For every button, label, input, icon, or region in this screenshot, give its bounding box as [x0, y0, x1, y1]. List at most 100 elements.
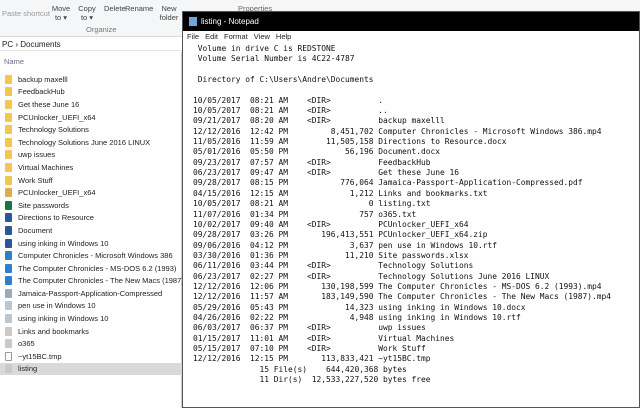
text-line	[193, 65, 639, 75]
menu-bar: File Edit Format View Help	[183, 31, 639, 42]
file-name: Technology Solutions June 2016 LINUX	[18, 137, 151, 147]
notepad-window: listing - Notepad File Edit Format View Help…	[182, 11, 640, 408]
file-item[interactable]: pen use in Windows 10	[0, 300, 182, 313]
docx-file-icon	[5, 225, 12, 235]
text-line: 05/01/2016 05:50 PM 56,196 Document.docx	[193, 147, 441, 157]
file-name: Site passwords	[18, 200, 69, 210]
file-item[interactable]: listing	[0, 362, 182, 376]
text-line: 06/23/2017 02:27 PM <DIR> Technology Sol…	[193, 271, 550, 281]
file-item[interactable]: Site passwords	[0, 199, 182, 212]
file-name: o365	[18, 339, 35, 349]
file-item[interactable]: using inking in Windows 10	[0, 312, 182, 325]
file-item[interactable]: Jamaica-Passport-Application-Compressed	[0, 287, 182, 300]
file-name: using inking in Windows 10	[18, 238, 109, 248]
file-item[interactable]: Virtual Machines	[0, 161, 182, 174]
xlsx-file-icon	[5, 200, 12, 210]
file-item[interactable]: o365	[0, 337, 182, 350]
text-area[interactable]: Volume in drive C is REDSTONE Volume Ser…	[183, 42, 639, 385]
file-item[interactable]: PCUnlocker_UEFI_x64	[0, 111, 182, 124]
video-file-icon	[5, 263, 12, 273]
notepad-title-bar[interactable]: listing - Notepad	[183, 12, 639, 31]
folder-icon	[5, 99, 12, 109]
txt-file-icon	[5, 339, 12, 349]
folder-icon	[5, 112, 12, 122]
menu-edit[interactable]: Edit	[205, 32, 218, 41]
file-item[interactable]: Get these June 16	[0, 98, 182, 111]
file-name: Directions to Resource	[18, 213, 94, 223]
address-bar[interactable]: PC › Documents	[0, 37, 182, 51]
file-item[interactable]: using inking in Windows 10	[0, 237, 182, 250]
text-line: 10/05/2017 08:21 AM <DIR> ..	[193, 106, 388, 116]
name-column-header[interactable]: Name	[4, 57, 24, 66]
text-line: Directory of C:\Users\Andre\Documents	[193, 75, 374, 85]
paste-shortcut-button[interactable]: Paste shortcut	[2, 9, 50, 18]
file-name: PCUnlocker_UEFI_x64	[18, 112, 96, 122]
text-line: 06/11/2016 03:44 PM <DIR> Technology Sol…	[193, 261, 474, 271]
file-item[interactable]: Document	[0, 224, 182, 237]
text-line: 06/03/2017 06:37 PM <DIR> uwp issues	[193, 323, 426, 333]
file-item[interactable]: Links and bookmarks	[0, 325, 182, 338]
file-list-pane: Name backup maxelll FeedbackHub Get these …	[0, 52, 182, 408]
tmp-file-icon	[5, 351, 12, 361]
text-line: 06/23/2017 09:47 AM <DIR> Get these June…	[193, 168, 460, 178]
file-name: using inking in Windows 10	[18, 314, 109, 324]
docx-file-icon	[5, 213, 12, 223]
file-item[interactable]: Work Stuff	[0, 174, 182, 187]
text-line: 11/05/2016 11:59 AM 11,505,158 Direction…	[193, 137, 507, 147]
file-item[interactable]: Directions to Resource	[0, 212, 182, 225]
file-list: backup maxelll FeedbackHub Get these June …	[0, 73, 182, 376]
folder-icon	[5, 150, 12, 160]
file-name: Document	[18, 225, 53, 235]
file-name: The Computer Chronicles - MS-DOS 6.2 (19…	[18, 263, 177, 273]
menu-view[interactable]: View	[254, 32, 270, 41]
file-item[interactable]: The Computer Chronicles - The New Macs (…	[0, 275, 182, 288]
pdf-file-icon	[5, 288, 12, 298]
file-item[interactable]: backup maxelll	[0, 73, 182, 86]
file-name: FeedbackHub	[18, 87, 65, 97]
file-item[interactable]: ~yt15BC.tmp	[0, 350, 182, 363]
text-line: 11 Dir(s) 12,533,227,520 bytes free	[193, 375, 431, 384]
file-name: ~yt15BC.tmp	[18, 351, 62, 361]
text-line: 12/12/2016 12:06 PM 130,198,599 The Comp…	[193, 281, 602, 291]
menu-help[interactable]: Help	[276, 32, 291, 41]
text-line: 09/21/2017 08:20 AM <DIR> backup maxelll	[193, 116, 445, 126]
text-line: 03/30/2016 01:36 PM 11,210 Site password…	[193, 250, 469, 260]
window-title: listing - Notepad	[201, 17, 259, 26]
text-line: 09/28/2017 03:26 PM 196,413,551 PCUnlock…	[193, 230, 488, 240]
file-item[interactable]: Computer Chronicles - Microsoft Windows …	[0, 249, 182, 262]
text-line: Volume in drive C is REDSTONE	[193, 44, 336, 53]
delete-button[interactable]: Delete	[104, 4, 126, 13]
rtf-file-icon	[5, 301, 12, 311]
move-to-button[interactable]: Move to ▾	[50, 4, 72, 22]
copy-to-button[interactable]: Copy to ▾	[76, 4, 98, 22]
txt-file-icon	[5, 364, 12, 374]
folder-icon	[5, 137, 12, 147]
text-line: 10/02/2017 09:40 AM <DIR> PCUnlocker_UEF…	[193, 219, 469, 229]
file-item[interactable]: uwp issues	[0, 149, 182, 162]
new-folder-button[interactable]: New folder	[158, 4, 180, 22]
text-line: 12/12/2016 12:15 PM 113,833,421 ~yt15BC.…	[193, 354, 431, 364]
text-line: 05/15/2017 07:10 PM <DIR> Work Stuff	[193, 343, 426, 353]
file-item[interactable]: Technology Solutions	[0, 123, 182, 136]
text-line: 09/28/2017 08:15 PM 776,064 Jamaica-Pass…	[193, 178, 583, 188]
file-item[interactable]: Technology Solutions June 2016 LINUX	[0, 136, 182, 149]
text-line: 12/12/2016 12:42 PM 8,451,702 Computer C…	[193, 126, 602, 136]
file-name: Virtual Machines	[18, 162, 74, 172]
folder-icon	[5, 162, 12, 172]
text-line: 05/29/2016 05:43 PM 14,323 using inking …	[193, 302, 526, 312]
file-name: Get these June 16	[18, 99, 80, 109]
file-item[interactable]: PCUnlocker_UEFI_x64	[0, 186, 182, 199]
text-line: 04/15/2016 12:15 AM 1,212 Links and book…	[193, 188, 488, 198]
video-file-icon	[5, 276, 12, 286]
menu-format[interactable]: Format	[224, 32, 248, 41]
file-item[interactable]: The Computer Chronicles - MS-DOS 6.2 (19…	[0, 262, 182, 275]
file-name: uwp issues	[18, 150, 56, 160]
menu-file[interactable]: File	[187, 32, 199, 41]
video-file-icon	[5, 251, 12, 261]
file-item[interactable]: FeedbackHub	[0, 86, 182, 99]
txt-file-icon	[5, 326, 12, 336]
text-line: 10/05/2017 08:21 AM <DIR> .	[193, 95, 384, 105]
text-line: 10/05/2017 08:21 AM 0 listing.txt	[193, 199, 431, 209]
rename-button[interactable]: Rename	[125, 4, 153, 13]
notepad-icon	[189, 17, 197, 26]
